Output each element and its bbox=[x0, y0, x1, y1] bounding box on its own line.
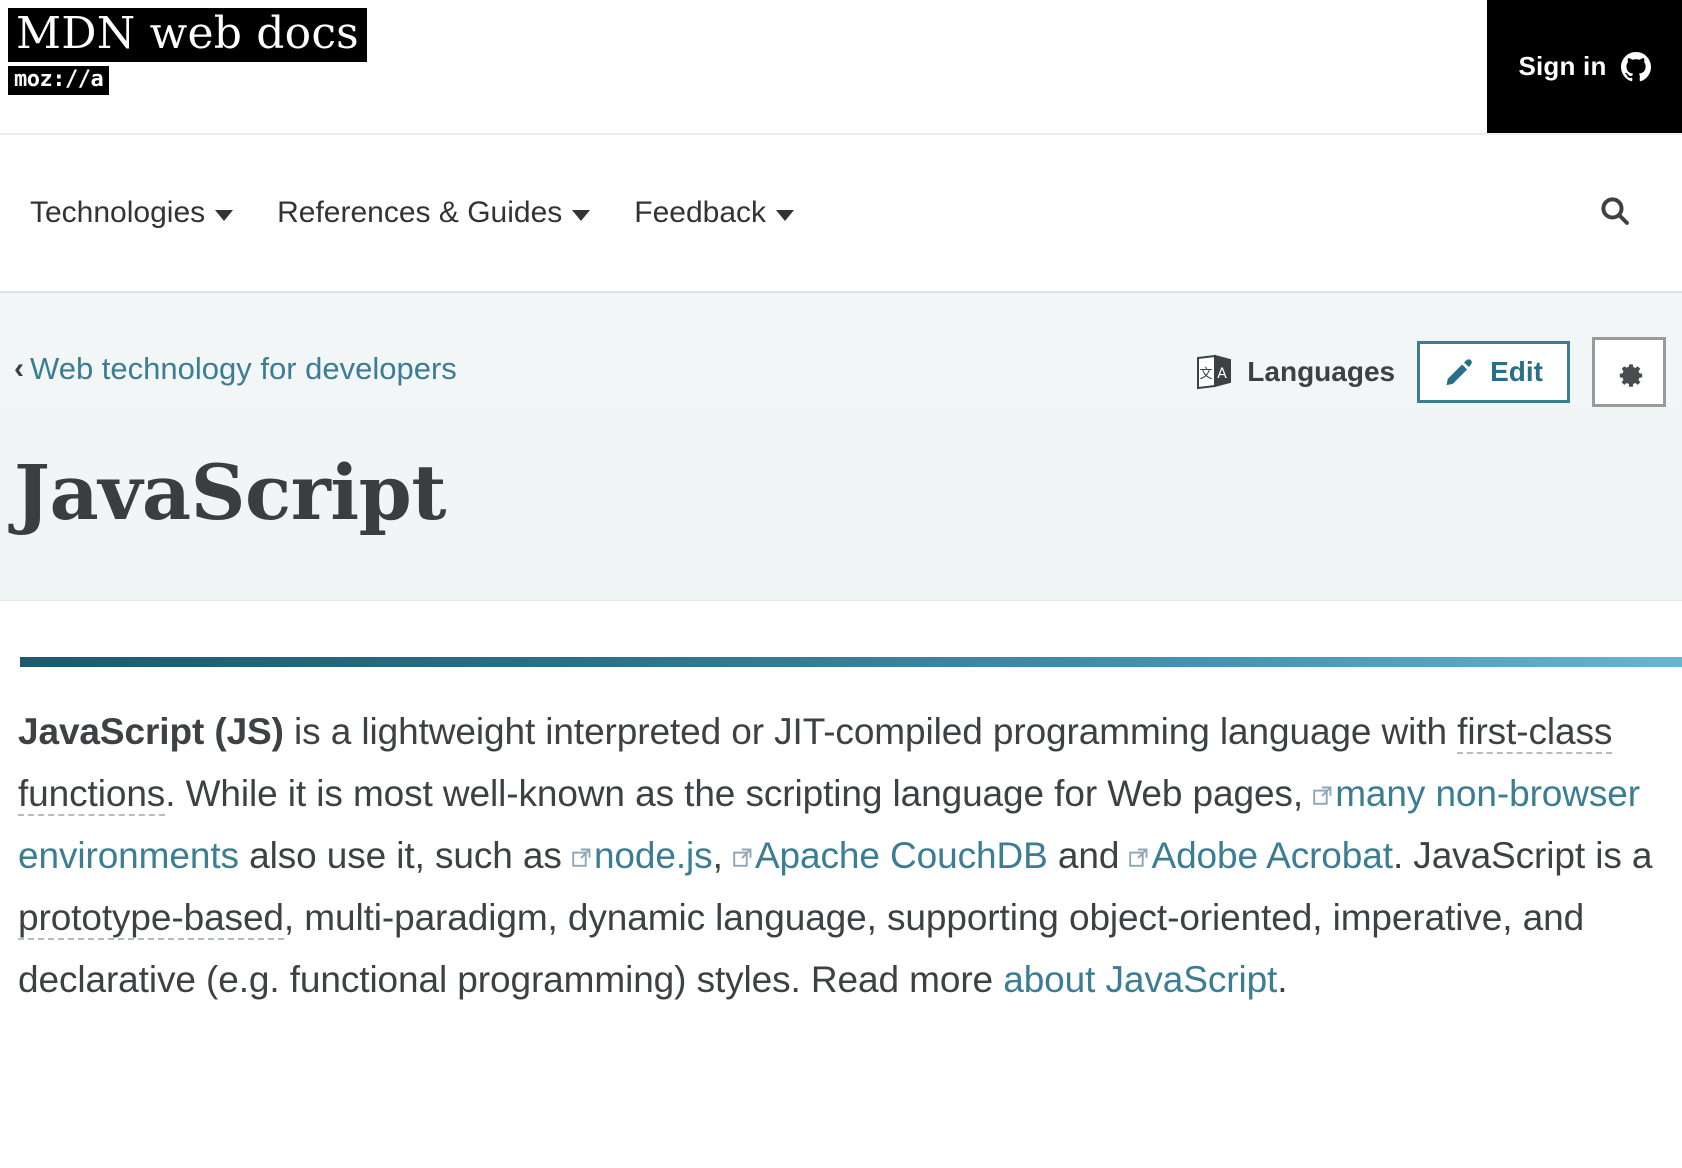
chevron-down-icon bbox=[776, 209, 795, 221]
edit-button[interactable]: Edit bbox=[1417, 341, 1570, 403]
chevron-left-icon: ‹ bbox=[14, 352, 24, 385]
breadcrumb[interactable]: ‹ Web technology for developers bbox=[14, 351, 457, 387]
translate-icon: 文 A bbox=[1195, 354, 1233, 390]
sign-in-button[interactable]: Sign in bbox=[1487, 0, 1682, 133]
mozilla-logo: moz://a bbox=[8, 65, 110, 95]
article-content: JavaScript (JS) is a lightweight interpr… bbox=[0, 657, 1682, 1011]
main-navigation: Technologies References & Guides Feedbac… bbox=[0, 133, 1682, 293]
nav-item-label: Technologies bbox=[30, 196, 206, 229]
nav-item-label: References & Guides bbox=[277, 196, 563, 229]
breadcrumb-link[interactable]: Web technology for developers bbox=[30, 351, 457, 387]
intro-text-4: , bbox=[712, 835, 733, 876]
external-link-icon bbox=[1129, 848, 1148, 867]
languages-button[interactable]: 文 A Languages bbox=[1195, 354, 1395, 390]
site-header: MDN web docs moz://a Sign in bbox=[0, 0, 1682, 133]
external-link-icon bbox=[572, 848, 591, 867]
intro-text-1: is a lightweight interpreted or JIT-comp… bbox=[283, 711, 1458, 752]
nav-item-label: Feedback bbox=[634, 196, 767, 229]
mdn-logo-title: MDN web docs bbox=[8, 8, 367, 62]
intro-text-2: . While it is most well-known as the scr… bbox=[165, 773, 1314, 814]
glossary-link-prototype-based[interactable]: prototype-based bbox=[18, 897, 284, 940]
pencil-icon bbox=[1444, 357, 1474, 387]
article-intro-paragraph: JavaScript (JS) is a lightweight interpr… bbox=[10, 701, 1672, 1011]
svg-text:文: 文 bbox=[1200, 367, 1213, 382]
link-about-javascript[interactable]: about JavaScript bbox=[1003, 959, 1277, 1000]
intro-text-6: . JavaScript is a bbox=[1392, 835, 1653, 876]
intro-text-8: . bbox=[1277, 959, 1288, 1000]
chevron-down-icon bbox=[572, 209, 591, 221]
page-title-band: ‹ Web technology for developers 文 A Lang… bbox=[0, 293, 1682, 601]
link-apache-couchdb[interactable]: Apache CouchDB bbox=[755, 835, 1048, 876]
github-octocat-icon bbox=[1620, 51, 1651, 82]
search-icon bbox=[1598, 194, 1632, 233]
link-adobe-acrobat[interactable]: Adobe Acrobat bbox=[1151, 835, 1393, 876]
nav-item-technologies[interactable]: Technologies bbox=[30, 196, 234, 230]
gear-icon bbox=[1612, 355, 1646, 389]
nav-item-references-and-guides[interactable]: References & Guides bbox=[277, 196, 591, 230]
nav-item-feedback[interactable]: Feedback bbox=[634, 196, 795, 230]
page-action-bar: 文 A Languages Edit bbox=[1195, 337, 1666, 407]
mdn-logo[interactable]: MDN web docs moz://a bbox=[8, 8, 367, 95]
intro-text-5: and bbox=[1047, 835, 1130, 876]
languages-label: Languages bbox=[1247, 356, 1396, 387]
external-link-icon bbox=[733, 848, 752, 867]
chevron-down-icon bbox=[215, 209, 234, 221]
accent-divider bbox=[20, 657, 1682, 667]
svg-text:A: A bbox=[1218, 366, 1228, 382]
external-link-icon bbox=[1313, 786, 1332, 805]
settings-button[interactable] bbox=[1592, 337, 1666, 407]
link-nodejs[interactable]: node.js bbox=[594, 835, 713, 876]
intro-text-3: also use it, such as bbox=[238, 835, 572, 876]
sign-in-label: Sign in bbox=[1518, 51, 1607, 81]
lead-term: JavaScript (JS) bbox=[18, 711, 284, 752]
search-button[interactable] bbox=[1592, 190, 1638, 236]
nav-item-list: Technologies References & Guides Feedbac… bbox=[30, 196, 795, 230]
page-title: JavaScript bbox=[14, 448, 446, 537]
edit-label: Edit bbox=[1490, 356, 1543, 387]
